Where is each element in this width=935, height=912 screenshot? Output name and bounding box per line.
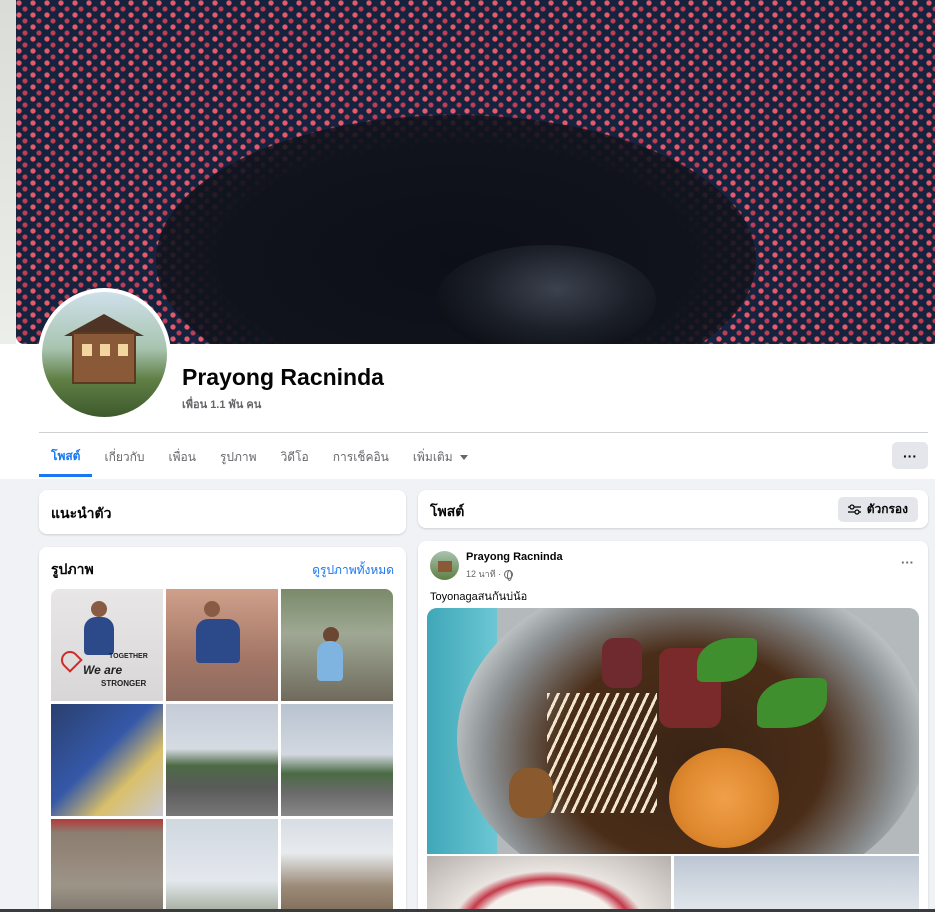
post-photo-secondary[interactable] xyxy=(427,856,671,912)
cover-left-edge xyxy=(0,0,16,344)
photo-thumbnail[interactable] xyxy=(166,589,278,701)
photo-grid: TOGETHER We are STRONGER xyxy=(51,589,394,912)
photos-card: รูปภาพ ดูรูปภาพทั้งหมด TOGETHER We are S… xyxy=(39,547,406,912)
photo-caption-we-are: We are xyxy=(83,663,123,677)
tab-friends[interactable]: เพื่อน xyxy=(157,437,208,477)
filter-button[interactable]: ตัวกรอง xyxy=(837,497,918,522)
posts-title: โพสต์ xyxy=(430,503,465,519)
photo-person xyxy=(84,617,114,655)
post-photo-secondary[interactable] xyxy=(674,856,919,912)
tab-more-label: เพิ่มเติม xyxy=(412,450,453,464)
photo-thumbnail[interactable] xyxy=(51,819,163,912)
tab-checkins[interactable]: การเช็คอิน xyxy=(321,437,401,477)
cover-photo-eye xyxy=(436,245,656,344)
tab-posts[interactable]: โพสต์ xyxy=(39,437,93,477)
photo-person xyxy=(317,641,343,681)
caret-down-icon xyxy=(459,454,468,460)
intro-title: แนะนำตัว xyxy=(51,505,112,521)
avatar-house-window xyxy=(118,344,128,356)
photo-thumbnail[interactable] xyxy=(166,819,278,912)
avatar-house-window xyxy=(82,344,92,356)
post-card: Prayong Racninda 12 นาที · ··· Toyonagaส… xyxy=(418,541,928,912)
post-photo-meat xyxy=(602,638,642,688)
photo-thumbnail[interactable] xyxy=(281,819,393,912)
profile-tabs: โพสต์ เกี่ยวกับ เพื่อน รูปภาพ วิดีโอ การ… xyxy=(39,437,480,477)
profile-avatar[interactable] xyxy=(38,288,171,421)
avatar-house xyxy=(72,332,136,384)
header-divider xyxy=(39,432,928,433)
filter-label: ตัวกรอง xyxy=(866,502,908,516)
photo-thumbnail[interactable]: TOGETHER We are STRONGER xyxy=(51,589,163,701)
photo-caption-stronger: STRONGER xyxy=(101,679,147,688)
post-photo-meatball xyxy=(509,768,553,818)
tab-about[interactable]: เกี่ยวกับ xyxy=(92,437,156,477)
post-author-name[interactable]: Prayong Racninda xyxy=(466,551,563,563)
photos-title: รูปภาพ xyxy=(51,561,94,577)
post-photo-noodles xyxy=(547,693,657,813)
tab-photos[interactable]: รูปภาพ xyxy=(208,437,269,477)
see-all-photos-link[interactable]: ดูรูปภาพทั้งหมด xyxy=(312,561,394,580)
tab-videos[interactable]: วิดีโอ xyxy=(269,437,321,477)
profile-name: Prayong Racninda xyxy=(182,364,384,390)
photo-caption-together: TOGETHER xyxy=(109,653,148,660)
photo-thumbnail[interactable] xyxy=(166,704,278,816)
post-menu-button[interactable]: ··· xyxy=(901,555,914,570)
post-meta: 12 นาที · xyxy=(466,567,514,581)
photo-thumbnail[interactable] xyxy=(51,704,163,816)
friend-count[interactable]: เพื่อน 1.1 พัน คน xyxy=(182,395,261,413)
photo-person-head xyxy=(91,601,107,617)
more-options-button[interactable]: ··· xyxy=(892,442,928,469)
photo-thumbnail[interactable] xyxy=(281,589,393,701)
tab-more[interactable]: เพิ่มเติม xyxy=(401,437,480,477)
avatar-house-window xyxy=(100,344,110,356)
filter-sliders-icon xyxy=(847,504,861,515)
photo-person-head xyxy=(204,601,220,617)
post-author-avatar[interactable] xyxy=(430,551,459,580)
intro-card: แนะนำตัว xyxy=(39,490,406,534)
photo-person xyxy=(196,619,240,663)
heart-icon xyxy=(57,647,83,673)
post-timestamp[interactable]: 12 นาที · xyxy=(466,567,501,581)
photo-thumbnail[interactable] xyxy=(281,704,393,816)
post-text: Toyonagaสนกันบ่น้อ xyxy=(430,591,528,603)
post-photo-carrot xyxy=(669,748,779,848)
posts-header-card: โพสต์ ตัวกรอง xyxy=(418,490,928,528)
cover-photo[interactable] xyxy=(16,0,935,344)
post-photo-main[interactable] xyxy=(427,608,919,854)
globe-icon xyxy=(504,569,514,581)
